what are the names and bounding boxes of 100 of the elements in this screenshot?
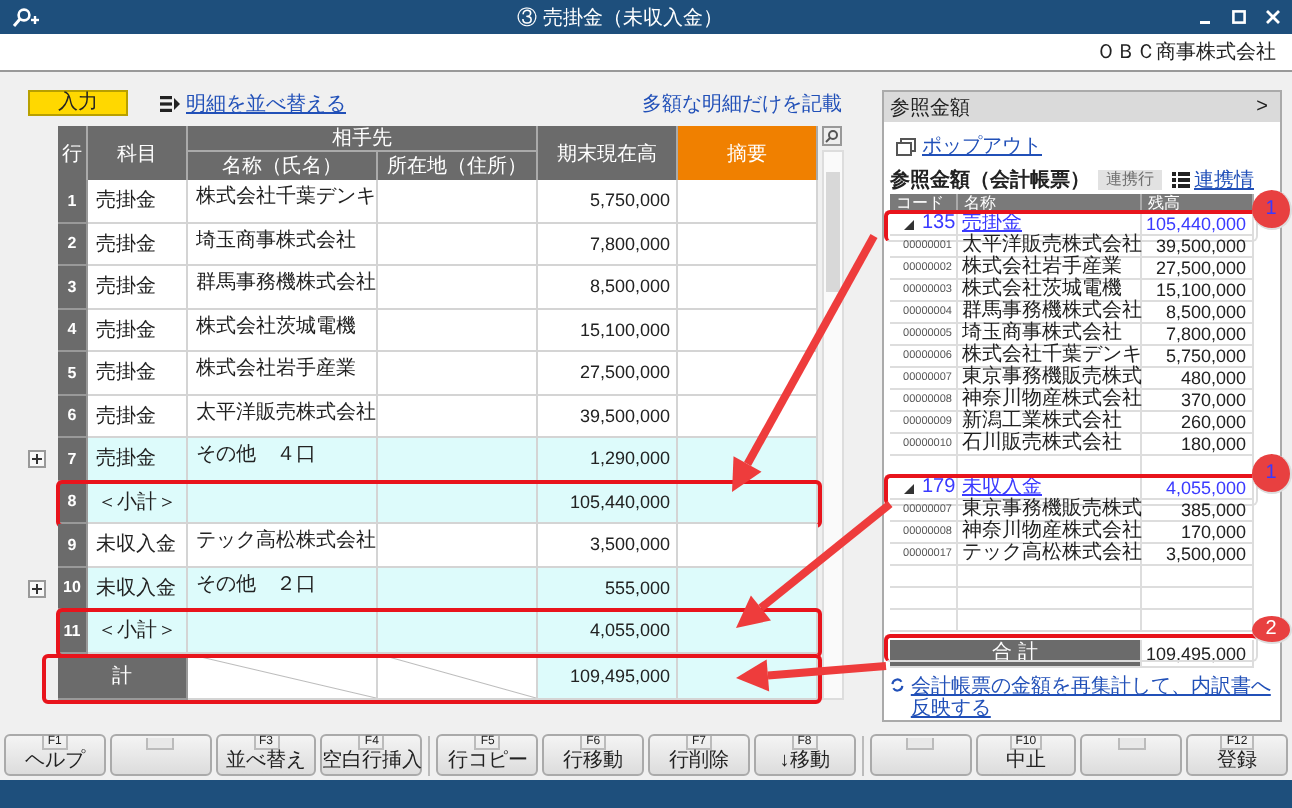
table-cell <box>678 180 818 223</box>
table-cell: 太平洋販売株式会社 <box>188 395 378 438</box>
maximize-icon[interactable] <box>1232 10 1246 24</box>
table-cell <box>678 610 818 653</box>
table-cell: 埼玉商事株式会社 <box>958 324 1142 346</box>
table-cell: テック高松株式会社 <box>188 524 378 567</box>
table-cell <box>1142 588 1254 610</box>
table-cell: 東京事務機販売株式 <box>958 368 1142 390</box>
table-cell: 15,100,000 <box>1142 280 1254 302</box>
table-cell: 売掛金 <box>88 352 188 395</box>
large-items-link[interactable]: 多額な明細だけを記載 <box>642 89 842 117</box>
table-cell: 群馬事務機株式会社 <box>958 302 1142 324</box>
table-cell: 39,500,000 <box>538 395 678 438</box>
table-cell <box>1142 610 1254 632</box>
table-cell: ＜小計＞ <box>88 610 188 653</box>
table-cell: 105,440,000 <box>538 481 678 524</box>
table-cell: 神奈川物産株式会社 <box>958 522 1142 544</box>
row-number: 4 <box>58 309 88 352</box>
total-label: 合 計 <box>890 640 1142 668</box>
column-header: 相手先 <box>188 126 538 152</box>
table-cell: 埼玉商事株式会社 <box>188 223 378 266</box>
table-cell: 群馬事務機株式会社 <box>188 266 378 309</box>
table-cell: 8,500,000 <box>538 266 678 309</box>
expanded-icon[interactable] <box>904 483 914 493</box>
collapse-button[interactable]: > <box>1256 96 1268 118</box>
expanded-icon[interactable] <box>904 219 914 229</box>
table-cell: 株式会社岩手産業 <box>958 258 1142 280</box>
table-cell: テック高松株式会社 <box>958 544 1142 566</box>
table-cell: 5,750,000 <box>1142 346 1254 368</box>
step-marker: 2 <box>1252 616 1292 644</box>
table-cell: 株式会社千葉デンキ <box>958 346 1142 368</box>
row-number: 6 <box>58 395 88 438</box>
table-cell: 480,000 <box>1142 368 1254 390</box>
table-cell: 370,000 <box>1142 390 1254 412</box>
section-title: 参照金額（会計帳票） <box>890 167 1090 193</box>
row-number: 3 <box>58 266 88 309</box>
table-cell: 株式会社茨城電機 <box>958 280 1142 302</box>
table-cell: 石川販売株式会社 <box>958 434 1142 456</box>
table-cell: 39,500,000 <box>1142 236 1254 258</box>
expand-button[interactable] <box>28 579 46 598</box>
table-cell: 8,500,000 <box>1142 302 1254 324</box>
step-marker: 1 <box>1252 454 1292 494</box>
expand-button[interactable] <box>28 450 46 469</box>
table-cell: 7,800,000 <box>538 223 678 266</box>
zoom-icon[interactable] <box>822 126 842 146</box>
table-cell: 170,000 <box>1142 522 1254 544</box>
link-info-link[interactable]: 連携情 <box>1194 165 1254 193</box>
list-icon <box>1172 171 1190 187</box>
sort-details-link[interactable]: 明細を並べ替える <box>186 89 346 117</box>
table-cell: 売掛金 <box>88 180 188 223</box>
table-cell: 未収入金 <box>88 567 188 610</box>
popout-link[interactable]: ポップアウト <box>922 132 1042 160</box>
table-cell: 売掛金 <box>88 438 188 481</box>
table-cell <box>678 481 818 524</box>
step-marker: 1 <box>1252 190 1292 230</box>
table-cell: 神奈川物産株式会社 <box>958 390 1142 412</box>
recalculate-link[interactable]: 会計帳票の金額を再集計して、内訳書へ反映する <box>910 676 1272 720</box>
table-cell: 株式会社千葉デンキ <box>188 180 378 223</box>
table-cell: 売掛金 <box>88 266 188 309</box>
mode-tab[interactable]: 入力 <box>28 90 128 116</box>
table-cell <box>1142 566 1254 588</box>
table-cell <box>678 223 818 266</box>
row-number: 9 <box>58 524 88 567</box>
table-cell <box>890 610 958 632</box>
table-cell <box>890 588 958 610</box>
table-cell: 5,750,000 <box>538 180 678 223</box>
table-cell: 7,800,000 <box>1142 324 1254 346</box>
company-name: ＯＢＣ商事株式会社 <box>1096 39 1276 66</box>
account-code-link[interactable]: 135 <box>922 214 956 234</box>
table-cell <box>678 352 818 395</box>
table-cell: 4,055,000 <box>538 610 678 653</box>
column-header: 行 <box>58 126 88 180</box>
table-cell <box>678 524 818 567</box>
account-code-link[interactable]: 179 <box>922 478 956 498</box>
close-icon[interactable] <box>1266 10 1280 24</box>
row-number: 2 <box>58 223 88 266</box>
table-cell: 555,000 <box>538 567 678 610</box>
table-cell: 1,290,000 <box>538 438 678 481</box>
table-cell: 未収入金 <box>88 524 188 567</box>
table-cell: 太平洋販売株式会社 <box>958 236 1142 258</box>
table-cell: 27,500,000 <box>1142 258 1254 280</box>
table-cell: 新潟工業株式会社 <box>958 412 1142 434</box>
zoom-in-icon[interactable] <box>12 7 40 27</box>
table-cell: 385,000 <box>1142 500 1254 522</box>
table-cell <box>678 309 818 352</box>
table-cell: ＜小計＞ <box>88 481 188 524</box>
table-cell: 109,495,000 <box>1142 640 1254 668</box>
column-header: 摘要 <box>678 126 818 180</box>
table-cell: 売掛金 <box>88 223 188 266</box>
table-cell: 株式会社茨城電機 <box>188 309 378 352</box>
table-cell: 27,500,000 <box>538 352 678 395</box>
table-cell: その他 ２口 <box>188 567 378 610</box>
list-sort-icon <box>160 95 180 111</box>
table-cell: 3,500,000 <box>538 524 678 567</box>
refresh-icon <box>890 676 905 694</box>
table-cell: 180,000 <box>1142 434 1254 456</box>
scrollbar[interactable] <box>822 150 844 699</box>
table-cell: その他 ４口 <box>188 438 378 481</box>
row-number: 5 <box>58 352 88 395</box>
table-cell <box>890 566 958 588</box>
